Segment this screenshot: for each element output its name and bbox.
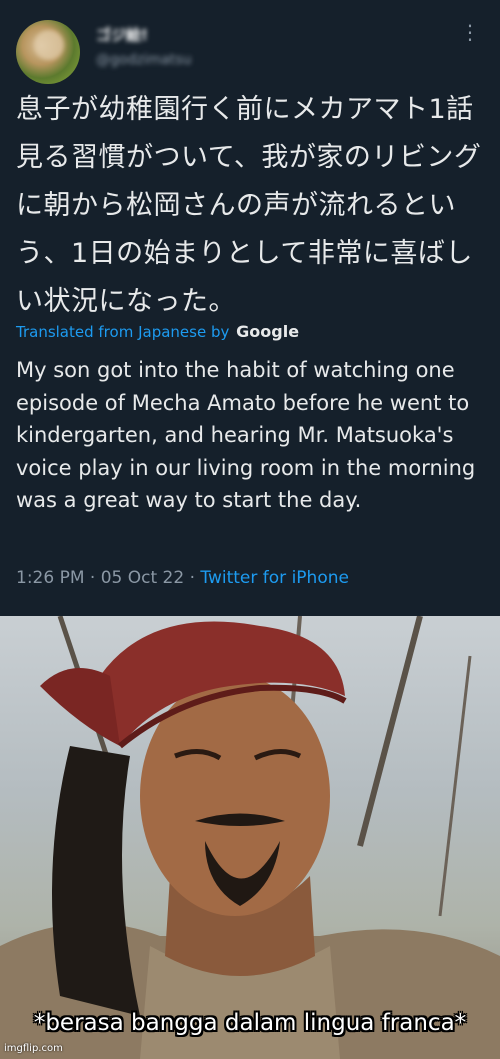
- meme-photo: *berasa bangga dalam lingua franca* imgf…: [0, 616, 500, 1059]
- meme-caption: *berasa bangga dalam lingua franca*: [33, 1010, 467, 1036]
- more-vertical-icon[interactable]: ⋮: [460, 22, 480, 42]
- display-name[interactable]: ゴジ絵!: [96, 24, 148, 45]
- user-handle[interactable]: @godzimatsu: [96, 52, 191, 68]
- avatar[interactable]: [16, 20, 80, 84]
- tweet-text-translated: My son got into the habit of watching on…: [16, 358, 476, 512]
- meta-separator: ·: [89, 568, 96, 588]
- tweet-date[interactable]: 05 Oct 22: [101, 568, 184, 588]
- tweet-card: ゴジ絵! @godzimatsu ⋮ 息子が幼稚園行く前にメカアマト1話見る習慣…: [0, 0, 500, 616]
- google-logo: Google: [236, 322, 300, 341]
- tweet-time[interactable]: 1:26 PM: [16, 568, 85, 588]
- imgflip-watermark: imgflip.com: [4, 1043, 63, 1054]
- tweet-text-original: 息子が幼稚園行く前にメカアマト1話見る習慣がついて、我が家のリビングに朝から松岡…: [16, 94, 482, 317]
- tweet-source-link[interactable]: Twitter for iPhone: [200, 568, 349, 588]
- tweet-metadata: 1:26 PM · 05 Oct 22 · Twitter for iPhone: [16, 568, 349, 588]
- meta-separator: ·: [189, 568, 195, 588]
- translated-label: Translated from Japanese by: [16, 323, 230, 341]
- translation-attribution[interactable]: Translated from Japanese by Google: [16, 322, 299, 341]
- man-portrait-illustration: [0, 616, 500, 1059]
